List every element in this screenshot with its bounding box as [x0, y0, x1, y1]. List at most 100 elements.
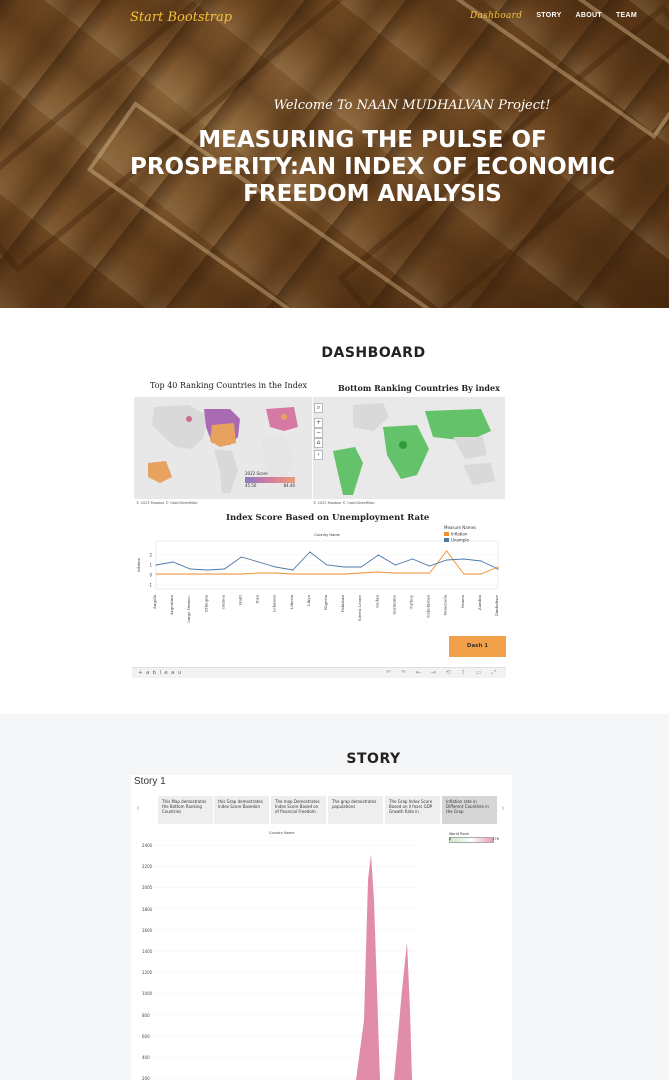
brand-logo[interactable]: Start Bootstrap: [130, 10, 232, 25]
dash1-button[interactable]: Dash 1: [449, 636, 506, 657]
story-point-4[interactable]: The grap demostrates populations: [328, 796, 383, 824]
data-point: [411, 558, 414, 560]
series-line-unemplo: [155, 551, 499, 571]
story-point-5[interactable]: The Grap Index Score Based on ll fears G…: [385, 796, 440, 824]
data-point: [411, 572, 414, 574]
data-point: [155, 564, 157, 566]
nav-story[interactable]: STORY: [536, 12, 561, 21]
x-tick-label: Turkey: [409, 594, 414, 609]
story-heading: STORY: [346, 751, 401, 767]
map-zoom-out-icon[interactable]: −: [314, 428, 323, 438]
story-next-icon[interactable]: ›: [501, 803, 505, 814]
y-axis-title: Inflation: [136, 558, 141, 572]
data-point: [275, 566, 277, 568]
data-point: [189, 568, 191, 570]
map-pan-icon[interactable]: ⌂: [314, 438, 323, 448]
data-point: [480, 560, 482, 562]
x-tick-label: Iran: [255, 595, 260, 604]
data-point: [258, 561, 260, 563]
tableau-logo[interactable]: + a b l e a u: [138, 670, 182, 676]
legend-label: Unemplo: [451, 538, 469, 543]
unemployment-line-chart[interactable]: Country Name Inflation 2 1 0 -1 Angola Argentin…: [132, 523, 506, 623]
toolbar-icons[interactable]: ↶ ↷ ⇤ ⇥ ⟲ ⇪ ▭ ⤢: [386, 669, 500, 677]
story-y-tick: 400: [142, 1055, 150, 1060]
y-tick-label: 1: [149, 563, 152, 568]
welcome-text: Welcome To NAAN MUDHALVAN Project!: [273, 98, 551, 113]
data-point: [258, 572, 260, 574]
data-point: [377, 554, 379, 556]
story-point-3[interactable]: The map Demostrates Index Score Based on…: [271, 796, 326, 824]
x-tick-label: Argentina: [169, 594, 174, 616]
x-tick-label: Yemen: [460, 595, 465, 610]
x-tick-label: Angola: [152, 594, 157, 610]
map1-title: Top 40 Ranking Countries in the Index: [150, 381, 308, 390]
data-point: [463, 573, 465, 575]
map2-credit: © 2023 Mapbox © OpenStreetMap: [313, 501, 375, 505]
x-tick-label: Lebanon: [272, 595, 277, 613]
data-point: [360, 572, 362, 574]
x-tick-label: Ethiopia: [203, 594, 208, 612]
legend-label: Inflation: [451, 532, 468, 537]
data-point: [446, 550, 448, 552]
x-tick-label: Nigeria: [323, 594, 328, 610]
x-tick-label: Congo Democ.: [186, 595, 191, 623]
data-point: [172, 573, 174, 575]
map-arrow-icon[interactable]: ›: [314, 450, 323, 460]
x-tick-label: Uzbekistan: [426, 595, 431, 618]
x-tick-label: Liberia: [289, 594, 294, 609]
story-point-2[interactable]: this Grap demostrates Index Score Basedo…: [214, 796, 269, 824]
x-tick-label: Guinea: [220, 594, 225, 609]
story-y-tick: 600: [142, 1033, 150, 1039]
data-point: [463, 558, 465, 560]
story-name: Story 1: [134, 776, 166, 787]
map1-credit: © 2023 Mapbox © OpenStreetMap: [136, 501, 198, 505]
data-point: [497, 568, 499, 570]
story-area-series: [356, 854, 412, 1080]
legend-title: 2022 Score: [245, 471, 268, 476]
data-point: [223, 573, 225, 575]
x-tick-label: Haiti: [238, 594, 243, 605]
x-tick-label: Zambia: [477, 594, 482, 610]
y-tick-label: 2: [149, 553, 152, 558]
nav-team[interactable]: TEAM: [616, 12, 637, 21]
story-point-1[interactable]: This Map demostrates the Bottom Ranking …: [158, 796, 213, 824]
map-legend: 2022 Score 45.50 84.40: [245, 471, 295, 488]
line-chart-title: Index Score Based on Unemployment Rate: [226, 513, 430, 523]
x-tick-label: Libya: [306, 594, 311, 606]
legend-swatch: [444, 538, 449, 542]
data-point: [480, 573, 482, 575]
story-prev-icon[interactable]: ‹: [136, 803, 140, 814]
map-zoom-in-icon[interactable]: +: [314, 418, 323, 428]
data-point: [429, 565, 431, 567]
data-point: [275, 572, 277, 574]
nav-dashboard[interactable]: Dashboard: [470, 11, 522, 21]
data-point: [497, 566, 499, 568]
y-tick-label: -1: [148, 583, 152, 588]
x-axis-title: Country Name: [314, 532, 341, 537]
data-point: [155, 573, 157, 575]
x-tick-label: Zimbabwe: [494, 594, 499, 616]
map-search-icon[interactable]: ⌕: [314, 403, 323, 413]
data-point: [429, 572, 431, 574]
data-point: [172, 561, 174, 563]
world-rank-title: World Rank: [449, 832, 469, 836]
data-point: [206, 569, 208, 571]
x-tick-label: Sierra Leone: [357, 594, 362, 621]
story-area-chart[interactable]: [150, 840, 510, 1080]
story-point-6[interactable]: Inflation rate in Different Countries in…: [442, 796, 497, 824]
data-point: [309, 573, 311, 575]
legend-max: 84.40: [283, 483, 295, 488]
legend-swatch: [444, 532, 449, 536]
data-point: [377, 571, 379, 573]
story-y-tick: 200: [142, 1076, 150, 1080]
data-point: [292, 569, 294, 571]
map-bottom-countries[interactable]: [313, 397, 505, 499]
tableau-toolbar: + a b l e a u ↶ ↷ ⇤ ⇥ ⟲ ⇪ ▭ ⤢: [132, 667, 506, 678]
nav-about[interactable]: ABOUT: [576, 12, 602, 21]
story-y-tick: 800: [142, 1012, 150, 1018]
map-bottom-svg: [333, 403, 495, 495]
data-point: [360, 566, 362, 568]
hero-headline: MEASURING THE PULSE OF PROSPERITY:AN IND…: [129, 127, 615, 207]
data-point: [394, 572, 396, 574]
legend-title: Measure Names: [444, 525, 476, 530]
